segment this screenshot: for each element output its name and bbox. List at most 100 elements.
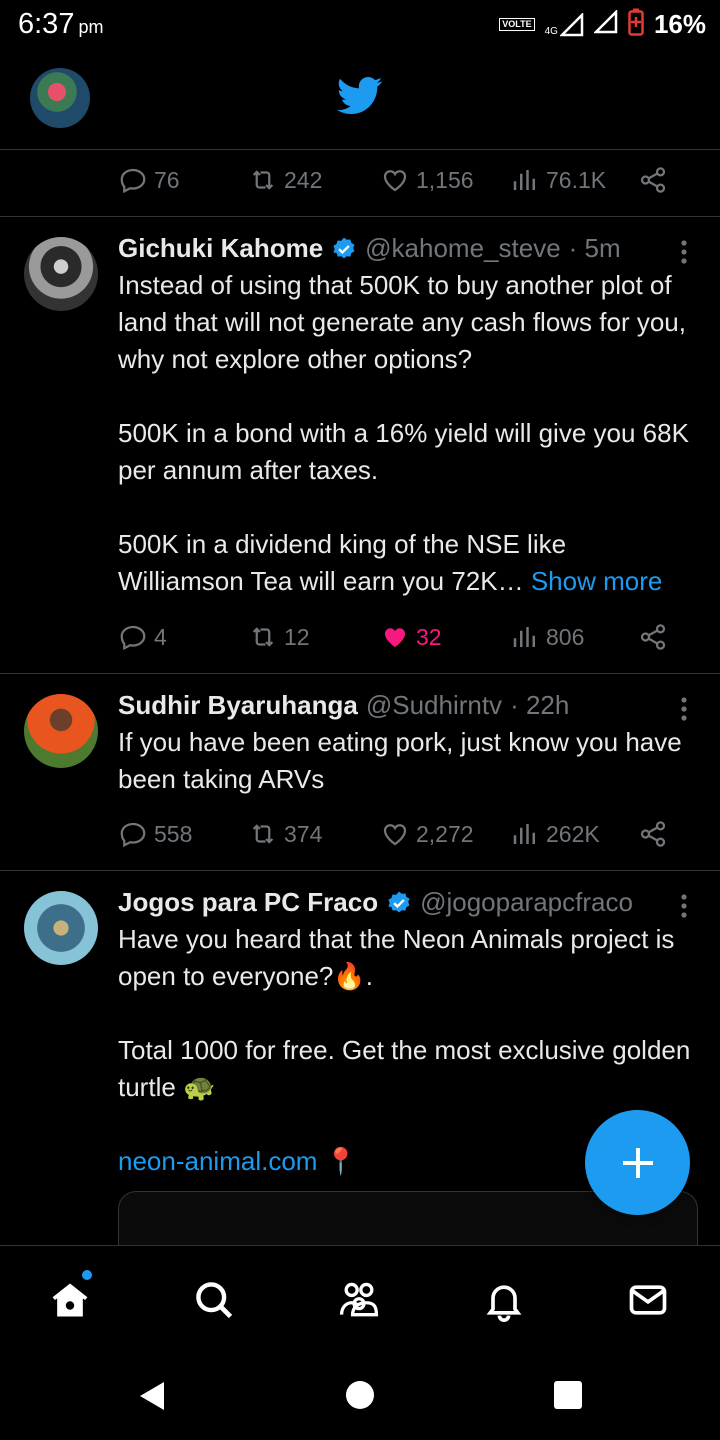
reply-count: 558 [154,820,193,847]
tweet[interactable]: Gichuki Kahome @kahome_steve · 5m Instea… [0,217,720,673]
status-bar: 6:37 pm VOLTE 4G 16% [0,0,720,50]
system-navigation-bar [0,1352,720,1440]
like-button[interactable]: 32 [380,622,510,652]
share-icon [640,167,666,193]
view-count: 262K [546,820,600,847]
tweet-text: If you have been eating pork, just know … [118,724,698,798]
nav-home[interactable] [48,1270,92,1322]
like-button[interactable]: 2,272 [380,819,510,849]
profile-avatar[interactable] [30,68,90,128]
retweet-count: 374 [284,820,323,847]
tweet-time: · 5m [568,233,621,263]
tweet-header: Jogos para PC Fraco @jogoparapcfraco [118,887,633,918]
retweet-button[interactable]: 242 [248,165,380,195]
home-circle-icon[interactable] [345,1380,375,1410]
home-icon [52,1283,88,1317]
tweet-text: Instead of using that 500K to buy anothe… [118,267,698,600]
status-icons: VOLTE 4G 16% [499,8,706,41]
share-button[interactable] [638,819,668,849]
author-avatar[interactable] [24,237,98,311]
tweet-header: Gichuki Kahome @kahome_steve · 5m [118,233,621,264]
liked-heart-icon [385,628,405,647]
author-avatar[interactable] [24,694,98,768]
notifications-icon [486,1285,522,1322]
reply-count: 76 [154,166,180,193]
tweet-paragraph: Instead of using that 500K to buy anothe… [118,270,686,374]
pin-emoji: 📍 [317,1146,358,1176]
more-options-icon[interactable] [680,696,688,722]
author-handle[interactable]: @jogoparapcfraco [420,887,633,918]
share-icon [640,821,666,847]
time-text: 6:37 [18,8,75,40]
retweet-count: 12 [284,623,310,650]
reply-icon [120,168,146,194]
like-button[interactable]: 1,156 [380,165,510,195]
network-type: 4G [544,25,558,37]
view-count: 76.1K [546,166,607,193]
retweet-icon [252,824,274,844]
tweet-paragraph: Have you heard that the Neon Animals pro… [118,924,675,991]
author-handle[interactable]: @kahome_steve [365,233,561,264]
messages-icon [629,1285,667,1315]
share-button[interactable] [638,622,668,652]
retweet-count: 242 [284,166,323,193]
recents-icon[interactable] [553,1380,583,1410]
verified-badge-icon [333,237,355,258]
back-icon[interactable] [136,1380,168,1412]
author-name[interactable]: Sudhir Byaruhanga [118,690,358,721]
author-handle[interactable]: @Sudhirntv [366,690,502,721]
nav-communities[interactable] [337,1278,381,1322]
author-name[interactable]: Jogos para PC Fraco [118,887,378,918]
tweet-time: · 22h [510,690,570,720]
reply-count: 4 [154,623,167,650]
share-icon [640,624,666,650]
status-time: 6:37 pm [18,8,103,41]
retweet-icon [252,170,274,190]
like-icon [383,824,407,846]
battery-icon [628,8,644,41]
compose-icon [622,1147,653,1178]
reply-icon [120,625,146,651]
tweet-paragraph: If you have been eating pork, just know … [118,727,682,794]
like-count: 1,156 [416,166,474,193]
views-button[interactable]: 262K [510,819,638,849]
nav-notifications[interactable] [482,1278,526,1322]
reply-button[interactable]: 558 [118,819,248,849]
twitter-bird-icon[interactable] [337,76,383,116]
views-icon [513,170,535,190]
top-app-bar [0,56,720,150]
views-button[interactable]: 806 [510,622,638,652]
author-name[interactable]: Gichuki Kahome [118,233,323,264]
share-button[interactable] [638,165,668,195]
author-avatar[interactable] [24,891,98,965]
tweet-actions: 4 12 32 806 [118,617,678,657]
ampm-text: pm [78,17,104,37]
tweet-paragraph: Total 1000 for free. Get the most exclus… [118,1035,691,1102]
reply-button[interactable]: 76 [118,165,248,195]
nav-search[interactable] [192,1278,236,1322]
signal-2-icon [592,8,618,39]
battery-percent: 16% [653,9,706,39]
more-options-icon[interactable] [680,893,688,919]
verified-badge-icon [388,891,410,912]
compose-tweet-button[interactable] [585,1110,690,1215]
retweet-button[interactable]: 374 [248,819,380,849]
volte-badge: VOLTE [499,18,535,31]
reply-button[interactable]: 4 [118,622,248,652]
views-button[interactable]: 76.1K [510,165,638,195]
show-more-link[interactable]: Show more [531,566,663,596]
home-notification-dot [82,1270,92,1280]
more-options-icon[interactable] [680,239,688,265]
nav-messages[interactable] [626,1278,670,1322]
signal-icon: 4G [544,12,584,37]
tweet-link[interactable]: neon-animal.com [118,1146,317,1176]
retweet-button[interactable]: 12 [248,622,380,652]
tweet-actions: 558 374 2,272 262K [118,814,678,854]
search-icon [196,1282,233,1319]
tweet[interactable]: Sudhir Byaruhanga @Sudhirntv · 22h If yo… [0,674,720,870]
bottom-navigation [0,1245,720,1352]
views-icon [513,824,535,844]
prev-tweet-actions: 76 242 1,156 76.1K [118,160,678,200]
view-count: 806 [546,623,585,650]
